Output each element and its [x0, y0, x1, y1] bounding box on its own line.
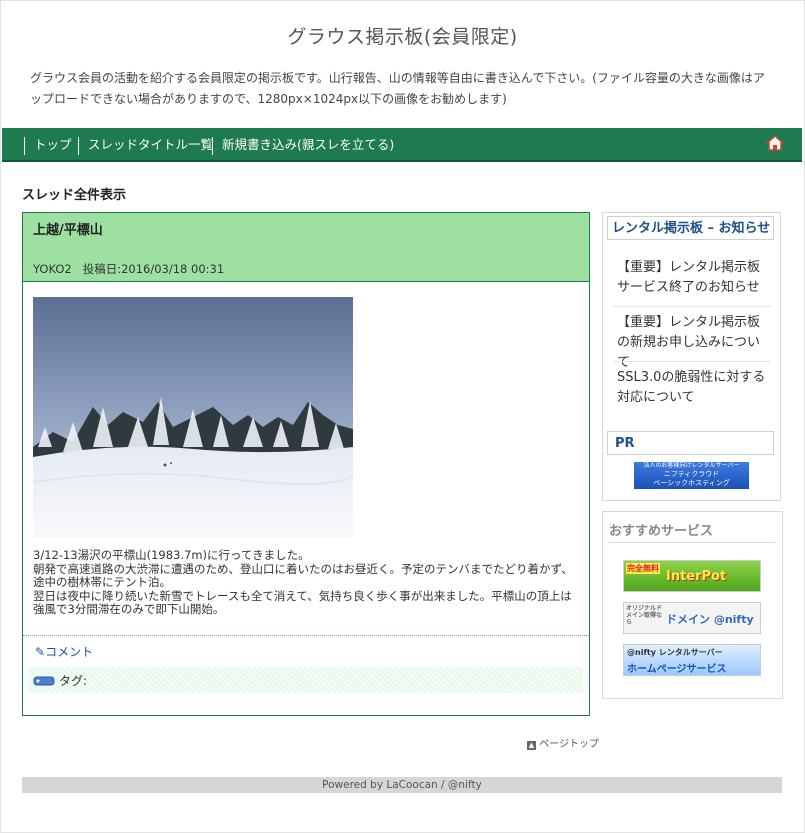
comment-link[interactable]: ✎コメント — [35, 643, 93, 660]
section-title: スレッド全件表示 — [22, 188, 127, 203]
banner-line: @nifty レンタルサーバー — [627, 648, 723, 657]
tag-icon — [33, 676, 55, 686]
tag-label: タグ: — [59, 674, 88, 688]
tag-row: タグ: — [29, 667, 583, 693]
pr-title: PR — [607, 431, 774, 455]
homepage-service-banner[interactable]: @nifty レンタルサーバー ホームページサービス — [623, 644, 761, 676]
pr-banner-line: ニフティクラウド — [663, 470, 720, 478]
banner-line: ホームページサービス — [627, 664, 727, 675]
sidebar-news-box: レンタル掲示板 – お知らせ 【重要】レンタル掲示板サービス終了のお知らせ 【重… — [602, 212, 781, 501]
news-title: レンタル掲示板 – お知らせ — [607, 216, 774, 240]
thread-body-line: 朝発で高速道路の大渋滞に遭遇のため、登山口に着いたのはお昼近く。予定のテンバまで… — [33, 561, 573, 589]
banner-line: ドメイン @nifty — [666, 613, 754, 626]
news-item[interactable]: 【重要】レンタル掲示板の新規お申し込みについて — [617, 313, 767, 373]
site-title: グラウス掲示板(会員限定) — [287, 26, 518, 48]
domain-banner[interactable]: オリジナルドメイン取得なら ドメイン @nifty — [623, 602, 761, 634]
home-icon[interactable] — [766, 135, 784, 151]
page-top-label: ページトップ — [539, 739, 599, 750]
thread-author: YOKO2 — [33, 262, 72, 276]
page-top-link[interactable]: ▲ ページトップ — [527, 735, 599, 750]
thread-body-line: 翌日は夜中に降り続いた新雪でトレースも全て消えて、気持ち良く歩く事が出来ました。… — [33, 588, 572, 616]
thread-meta: YOKO2 投稿日:2016/03/18 00:31 — [33, 261, 224, 277]
thread-body: 3/12-13湯沢の平標山(1983.7m)に行ってきました。 朝発で高速道路の… — [33, 548, 578, 617]
arrow-up-icon: ▲ — [527, 741, 536, 750]
news-separator — [613, 361, 771, 362]
site-description: グラウス会員の活動を紹介する会員限定の掲示板です。山行報告、山の情報等自由に書き… — [30, 71, 765, 106]
thread-date: 投稿日:2016/03/18 00:31 — [82, 262, 225, 276]
thread-subject: 上越/平標山 — [33, 223, 103, 238]
snow-mountain-photo[interactable] — [33, 297, 353, 538]
footer: Powered by LaCoocan / @nifty — [22, 777, 782, 793]
thread-card: 上越/平標山 YOKO2 投稿日:2016/03/18 00:31 3/12-1 — [22, 212, 590, 716]
pr-banner-line: ベーシックホスティング — [653, 479, 730, 487]
pr-banner[interactable]: 法人のお客様向けレンタルサーバー ニフティクラウド ベーシックホスティング — [634, 462, 749, 489]
news-separator — [613, 306, 771, 307]
banner-line: InterPot — [666, 569, 727, 584]
thread-separator — [23, 635, 589, 636]
news-item[interactable]: SSL3.0の脆弱性に対する対応について — [617, 368, 767, 408]
comment-label: コメント — [45, 645, 94, 659]
thread-body-line: 3/12-13湯沢の平標山(1983.7m)に行ってきました。 — [33, 548, 310, 562]
news-item[interactable]: 【重要】レンタル掲示板サービス終了のお知らせ — [617, 258, 767, 298]
nav-new-post-link[interactable]: 新規書き込み(親スレを立てる) — [212, 137, 394, 155]
sidebar-recommend-box: おすすめサービス 完全無料 InterPot オリジナルドメイン取得なら ドメイ… — [602, 511, 783, 699]
nav-top-link[interactable]: トップ — [24, 137, 72, 155]
thread-header: 上越/平標山 YOKO2 投稿日:2016/03/18 00:31 — [23, 213, 589, 282]
pr-banner-line: 法人のお客様向けレンタルサーバー — [643, 462, 740, 469]
nav-bar: トップ スレッドタイトル一覧 新規書き込み(親スレを立てる) — [2, 128, 802, 162]
recommend-title: おすすめサービス — [609, 524, 714, 539]
nav-thread-list-link[interactable]: スレッドタイトル一覧 — [78, 137, 213, 155]
banner-line: 完全無料 — [626, 563, 660, 574]
banner-line: オリジナルドメイン取得なら — [626, 605, 663, 626]
interpot-banner[interactable]: 完全無料 InterPot — [623, 560, 761, 592]
recommend-divider — [609, 542, 775, 543]
pencil-icon: ✎ — [35, 645, 46, 659]
